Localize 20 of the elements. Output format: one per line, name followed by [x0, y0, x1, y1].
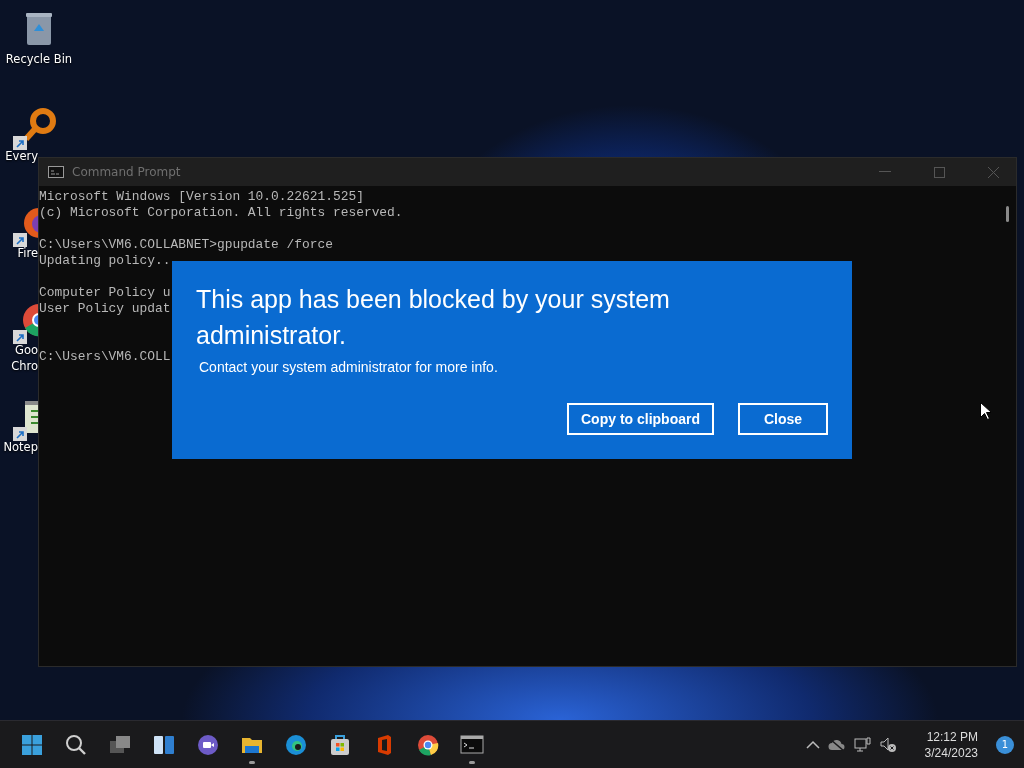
dialog-message: Contact your system administrator for more info. — [199, 359, 499, 375]
close-button[interactable]: Close — [738, 403, 828, 435]
console-line: C:\Users\VM6.COLLABNET>gpupdate /force — [39, 237, 333, 252]
console-line: Microsoft Windows [Version 10.0.22621.525] — [39, 189, 364, 204]
console-line: Computer Policy u — [39, 285, 171, 300]
console-line: Updating policy.. — [39, 253, 171, 268]
console-line: C:\Users\VM6.COLL — [39, 349, 171, 364]
clock-time: 12:12 PM — [926, 728, 978, 745]
console-line: User Policy updat — [39, 301, 171, 316]
desktop-icon-label[interactable]: Fire — [0, 245, 38, 261]
desktop-icon-label[interactable]: Every — [0, 148, 38, 164]
window-title: Command Prompt — [72, 165, 182, 179]
desktop-icon-label[interactable]: Recycle Bin — [0, 51, 78, 67]
console-line: (c) Microsoft Corporation. All rights reserved. — [39, 205, 403, 220]
dialog-title: This app has been blocked by your system administrator. — [196, 284, 671, 351]
clock-date: 3/24/2023 — [924, 744, 978, 761]
copy-button[interactable]: Copy to clipboard — [567, 403, 714, 435]
desktop-icon-label[interactable]: Goo Chro — [0, 342, 38, 374]
desktop-icon-label[interactable]: Notep — [0, 439, 38, 455]
taskbar-clock[interactable]: 12:12 PM 3/24/2023 — [924, 728, 978, 761]
